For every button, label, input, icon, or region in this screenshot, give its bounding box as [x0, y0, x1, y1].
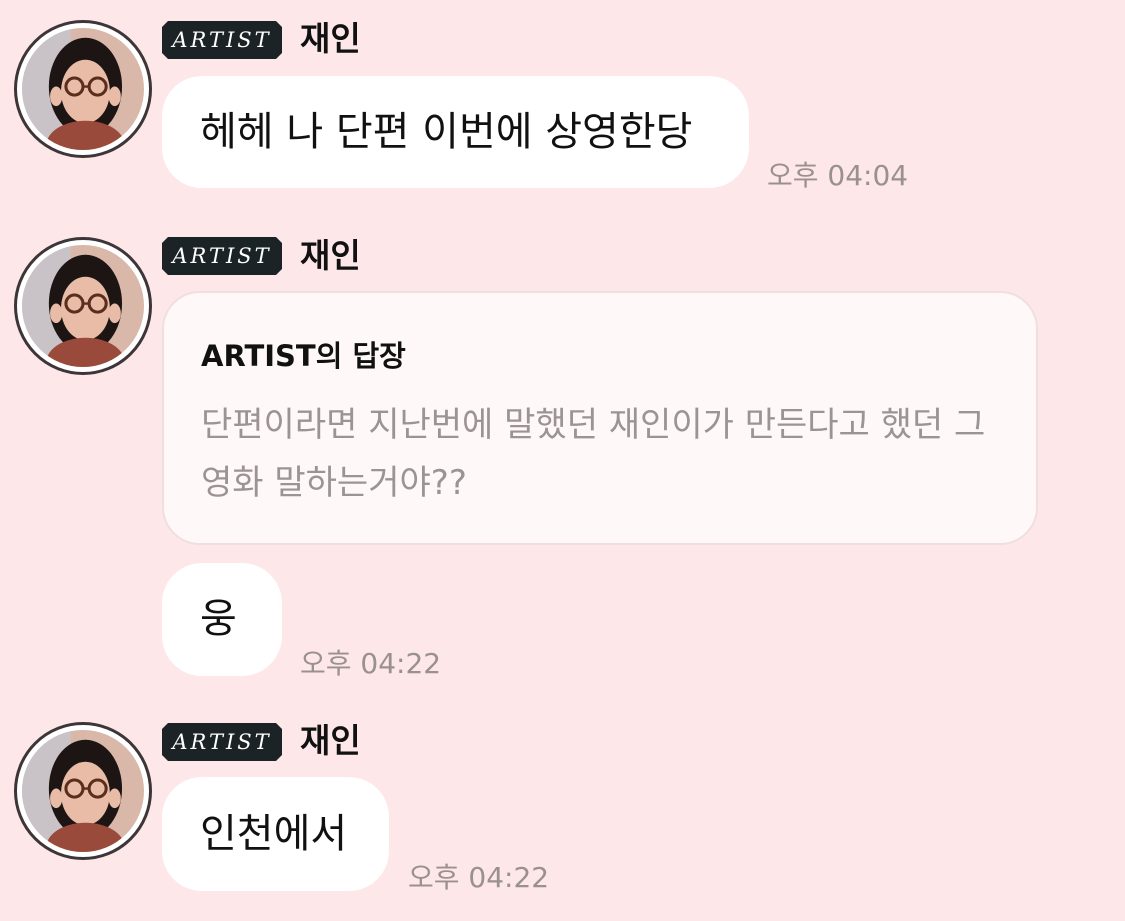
sender-name: 재인 — [300, 236, 361, 275]
sender-name: 재인 — [300, 721, 361, 760]
avatar[interactable] — [14, 20, 152, 158]
message-bubble[interactable]: 헤헤 나 단편 이번에 상영한당 — [162, 76, 749, 188]
reply-quote: 단편이라면 지난번에 말했던 재인이가 만든다고 했던 그 영화 말하는거야?? — [201, 405, 986, 503]
artist-badge: ARTIST — [162, 723, 282, 761]
message-time: 오후 04:22 — [300, 647, 442, 680]
artist-badge: ARTIST — [162, 237, 282, 275]
avatar-photo — [22, 730, 144, 852]
message-time: 오후 04:04 — [767, 159, 909, 192]
avatar-photo — [22, 28, 144, 150]
artist-badge: ARTIST — [162, 21, 282, 59]
message-bubble[interactable]: 인천에서 — [162, 777, 389, 891]
sender-name: 재인 — [300, 19, 361, 58]
reply-card[interactable]: ARTIST의 답장 단편이라면 지난번에 말했던 재인이가 만든다고 했던 그… — [162, 291, 1038, 545]
avatar[interactable] — [14, 722, 152, 860]
message-bubble[interactable]: 웅 — [162, 563, 282, 676]
avatar-photo — [22, 245, 144, 367]
reply-title: ARTIST의 답장 — [201, 339, 406, 373]
message-time: 오후 04:22 — [408, 861, 550, 894]
avatar[interactable] — [14, 237, 152, 375]
